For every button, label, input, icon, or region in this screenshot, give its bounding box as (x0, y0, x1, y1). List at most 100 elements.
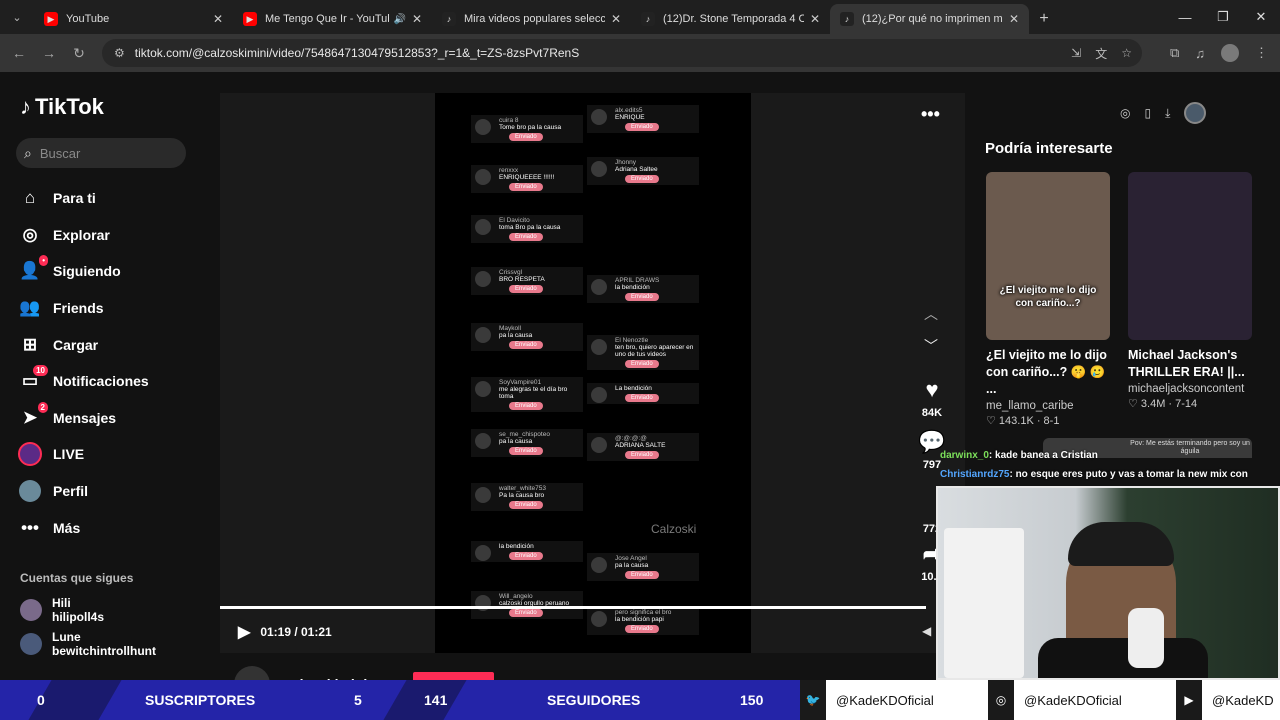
previous-video-icon[interactable]: ︿ (924, 304, 938, 324)
coin-icon[interactable]: ◎ (1120, 106, 1130, 120)
user-avatar[interactable] (1184, 102, 1207, 124)
tab-favicon-icon: ♪ (641, 12, 655, 26)
translate-icon[interactable]: 文 (1095, 45, 1107, 62)
comment-text: pa la causa (615, 562, 649, 569)
back-icon[interactable]: ← (4, 45, 34, 61)
recommendation-card[interactable]: ¿El viejito me lo dijo con cariño...? ¿El… (986, 172, 1110, 427)
comment-user: Maykoll (499, 325, 522, 332)
tab-close-icon[interactable]: ✕ (412, 12, 422, 26)
followers-label: SEGUIDORES (547, 692, 641, 708)
sidebar-item-ms[interactable]: ••• Más (18, 509, 149, 546)
close-window-icon[interactable]: ✕ (1242, 0, 1280, 34)
sidebar-item-cargar[interactable]: ⊞ Cargar (18, 326, 149, 363)
device-icon[interactable]: ▯ (1144, 106, 1151, 120)
sidebar-item-live[interactable]: LIVE (18, 436, 149, 473)
video-frame[interactable]: Calzoski cuira 8 Tome bro pa la causa Envi… (435, 93, 751, 653)
omnibox-actions: ⇲ 文 ☆ (1071, 39, 1132, 67)
social-handle: @KadeKDOficial (836, 692, 934, 708)
like-button[interactable]: ♥ 84K (912, 376, 952, 419)
send-icon: ➤ 2 (18, 401, 48, 430)
tab-close-icon[interactable]: ✕ (1009, 12, 1019, 26)
comment-text: me alegras te el día bro toma (499, 386, 568, 400)
comment-text: toma Bro pa la causa (499, 224, 561, 231)
tab-close-icon[interactable]: ✕ (213, 12, 223, 26)
logo-text: TikTok (35, 94, 104, 119)
more-options-icon[interactable]: ••• (921, 104, 940, 125)
following-title: Cuentas que sigues (20, 571, 134, 585)
install-icon[interactable]: ⇲ (1071, 46, 1081, 60)
sidebar-item-mensajes[interactable]: ➤ 2 Mensajes (18, 400, 149, 437)
new-tab-button[interactable]: + (1029, 4, 1059, 34)
browser-tab-1[interactable]: ▶ YouTube ✕ (34, 4, 233, 34)
overlay-comment: Jhonny Adriana Saltee Enviado (587, 157, 699, 185)
browser-tab-4[interactable]: ♪ (12)Dr. Stone Temporada 4 Cap ✕ (631, 4, 830, 34)
overlay-comment: se_me_chispoteo pa la causa Enviado (471, 429, 583, 457)
search-input[interactable]: ⌕ Buscar (16, 138, 186, 168)
media-icon[interactable]: ♫ (1195, 46, 1205, 61)
followed-account[interactable]: Lune bewitchintrollhunt (20, 630, 156, 658)
comment-text: Pa la causa bro (499, 492, 545, 499)
next-video-icon[interactable]: ﹀ (924, 336, 938, 356)
comment-text: pa la causa (499, 332, 533, 339)
recommendation-thumbnail[interactable] (1128, 172, 1252, 340)
sidebar-item-notificaciones[interactable]: ▭ 10 Notificaciones (18, 363, 149, 400)
browser-tab-3[interactable]: ♪ Mira videos populares seleccio ✕ (432, 4, 631, 34)
stream-ticker: 0 SUSCRIPTORES 5 141 SEGUIDORES 150 🐦 @Ka… (0, 680, 1280, 720)
follow-button[interactable] (413, 672, 494, 680)
browser-tab-5[interactable]: ♪ (12)¿Por qué no imprimen más ✕ (830, 4, 1029, 34)
sidebar-item-explorar[interactable]: ◎ Explorar (18, 217, 149, 254)
comment-user: cuira 8 (499, 117, 519, 124)
sidebar-item-siguiendo[interactable]: 👤 • Siguiendo (18, 253, 149, 290)
bookmark-star-icon[interactable]: ☆ (1121, 46, 1132, 60)
reload-icon[interactable]: ↻ (64, 45, 94, 62)
tab-search-icon[interactable]: ⌄ (0, 0, 34, 34)
social-handle: @KadeKD (1212, 692, 1274, 708)
recommendations-title: Podría interesarte (985, 140, 1113, 157)
tiktok-logo[interactable]: ♪ TikTok (20, 94, 104, 120)
tab-favicon-icon: ▶ (243, 12, 257, 26)
maximize-icon[interactable]: ❐ (1204, 0, 1242, 34)
recommendation-thumb-4[interactable]: Pov: Me estás terminando pero soy un águ… (1128, 438, 1252, 458)
play-icon[interactable]: ▶ (238, 622, 250, 642)
comment-avatar (475, 327, 491, 343)
video-watermark: Calzoski (651, 522, 697, 536)
extensions-icon[interactable]: ⧉ (1170, 45, 1179, 61)
url-bar[interactable]: ⚙ tiktok.com/@calzoskimini/video/7548647… (102, 39, 1142, 67)
tab-close-icon[interactable]: ✕ (810, 12, 820, 26)
sent-pill: Enviado (509, 133, 543, 141)
browser-menu-icon[interactable]: ⋮ (1255, 45, 1268, 61)
notification-badge: • (39, 255, 48, 267)
overlay-comment: El Davicito toma Bro pa la causa Enviado (471, 215, 583, 243)
tab-audio-icon[interactable]: 🔊 (393, 14, 405, 25)
overlay-comment: @:@:@:@ ADRIANA SALTE Enviado (587, 433, 699, 461)
comment-user: se_me_chispoteo (499, 431, 550, 438)
followed-account[interactable]: Hili hilipoll4s (20, 596, 104, 624)
sidebar-item-parati[interactable]: ⌂ Para ti (18, 180, 149, 217)
recommendation-user: me_llamo_caribe (986, 400, 1074, 412)
browser-tab-2[interactable]: ▶ Me Tengo Que Ir - YouTube 🔊 ✕ (233, 4, 432, 34)
forward-icon[interactable]: → (34, 45, 64, 61)
profile-avatar-icon[interactable] (1221, 44, 1239, 62)
comment-text: BRO RESPETA (499, 276, 545, 283)
recommendation-thumbnail[interactable]: ¿El viejito me lo dijo con cariño...? (986, 172, 1110, 340)
following-icon: 👤 • (18, 255, 48, 283)
url-text: tiktok.com/@calzoskimini/video/754864713… (134, 46, 580, 60)
sent-pill: Enviado (509, 501, 543, 509)
download-icon[interactable]: ⤓ (1165, 106, 1170, 121)
overlay-comment: walter_white753 Pa la causa bro Enviado (471, 483, 583, 511)
volume-icon[interactable]: ◀ (922, 624, 931, 638)
minimize-icon[interactable]: — (1166, 0, 1204, 34)
tab-close-icon[interactable]: ✕ (611, 12, 621, 26)
sidebar-item-perfil[interactable]: Perfil (18, 473, 149, 510)
chat-user: darwinx_0 (940, 450, 989, 461)
comment-user: El Davicito (499, 217, 530, 224)
address-bar-row: ← → ↻ ⚙ tiktok.com/@calzoskimini/video/7… (0, 34, 1280, 72)
recommendation-card[interactable]: Michael Jackson's THRILLER ERA! ||... mic… (1128, 172, 1252, 410)
sidebar-item-friends[interactable]: 👥 Friends (18, 290, 149, 327)
chat-text: : no esque eres puto y vas a tomar la ne… (1009, 469, 1248, 480)
sent-pill: Enviado (509, 285, 543, 293)
site-info-icon[interactable]: ⚙ (114, 46, 125, 60)
like-count: 84K (921, 407, 943, 419)
video-progress-bar[interactable] (220, 606, 926, 609)
comment-avatar (475, 169, 491, 185)
